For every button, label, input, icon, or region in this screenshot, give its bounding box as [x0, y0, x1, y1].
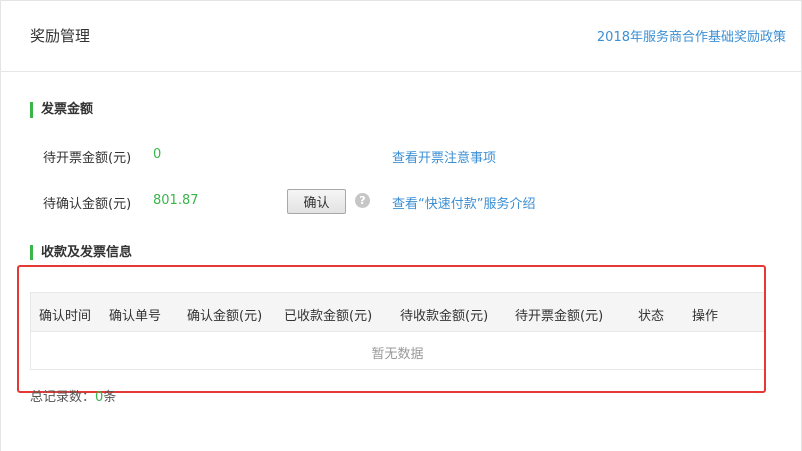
receipts-section-title: 收款及发票信息	[30, 245, 132, 260]
pending-confirm-value: 801.87	[153, 193, 199, 208]
fast-pay-link[interactable]: 查看“快速付款”服务介绍	[392, 193, 535, 212]
invoice-notes-link[interactable]: 查看开票注意事项	[392, 147, 496, 166]
total-records-label: 总记录数：	[30, 390, 96, 402]
page-title: 奖励管理	[30, 27, 91, 45]
invoice-amount-section-title: 发票金额	[30, 102, 93, 118]
highlight-box	[17, 265, 766, 393]
pending-invoice-label: 待开票金额(元)	[43, 151, 132, 166]
pending-invoice-value: 0	[153, 147, 162, 162]
pending-confirm-label: 待确认金额(元)	[43, 197, 132, 212]
policy-link[interactable]: 2018年服务商合作基础奖励政策	[597, 26, 786, 45]
page-header: 奖励管理 2018年服务商合作基础奖励政策	[0, 0, 802, 72]
confirm-button[interactable]: 确认	[287, 189, 346, 214]
total-records-unit: 条	[103, 390, 117, 402]
help-icon[interactable]: ?	[355, 193, 370, 208]
total-records: 总记录数：0条	[30, 386, 116, 402]
